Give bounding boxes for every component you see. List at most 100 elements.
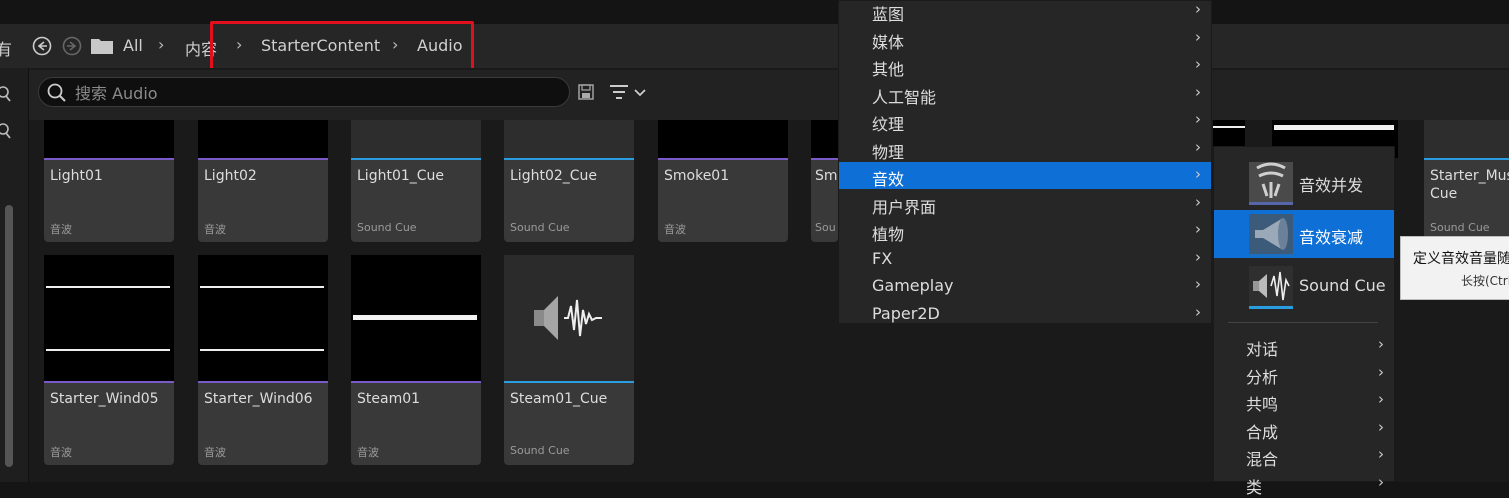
asset-tile[interactable]: Smoke01 音波 [658, 120, 788, 242]
menu-item-paper2d[interactable]: Paper2D › [839, 300, 1211, 327]
asset-type-bar [1424, 158, 1509, 160]
asset-name: Starter_Wind06 [204, 391, 313, 407]
waveform-thumbnail [198, 120, 328, 158]
asset-type-bar [1249, 254, 1293, 257]
chevron-right-icon: › [1195, 27, 1201, 46]
menu-item-label: Paper2D [872, 303, 940, 323]
search-input[interactable] [73, 82, 557, 104]
tooltip-hint: 长按(Ctrl [1461, 274, 1509, 288]
asset-type-bar [1249, 202, 1293, 205]
create-asset-menu: 蓝图 › 媒体 › 其他 › 人工智能 › 纹理 › 物理 › 音效 › 用户界面 › 植物 › FX › Gamepl… [838, 0, 1212, 324]
chevron-right-icon: › [1195, 192, 1201, 211]
menu-item-label: 蓝图 [872, 5, 905, 24]
asset-tile[interactable]: Starter_Wind05 音波 [44, 255, 174, 465]
chevron-right-icon: › [158, 35, 165, 54]
asset-type-bar [504, 158, 634, 160]
breadcrumb-all[interactable]: All [123, 36, 143, 55]
search-box[interactable] [38, 77, 570, 107]
menu-item-label: 用户界面 [872, 197, 937, 217]
search-icon[interactable] [0, 86, 14, 102]
chevron-right-icon: › [1195, 82, 1201, 101]
asset-name: Light01_Cue [357, 168, 445, 184]
asset-type: 音波 [50, 223, 72, 236]
left-scrollbar[interactable] [5, 205, 13, 467]
asset-tile[interactable]: Steam01 音波 [351, 255, 481, 465]
asset-type-bar [44, 381, 174, 383]
asset-name: Starter_Mus [1430, 168, 1509, 184]
sound-cue-thumbnail [1424, 120, 1509, 158]
asset-tile[interactable]: Light02 音波 [198, 120, 328, 242]
menu-item-label: 音效 [872, 170, 905, 189]
waveform-thumbnail [658, 120, 788, 158]
save-icon[interactable] [578, 84, 594, 100]
menu-item-sound-attenuation[interactable]: 音效衰减 [1214, 210, 1394, 258]
asset-type: Sound Cue [357, 221, 417, 234]
asset-tile[interactable]: Starter_Mus Cue Sound Cue [1424, 120, 1509, 242]
menu-item-class[interactable]: 类 › [1214, 470, 1394, 497]
filter-icon[interactable] [608, 83, 650, 103]
menu-item-blueprint[interactable]: 蓝图 › [839, 0, 1211, 24]
asset-name: Light02_Cue [510, 168, 598, 184]
forward-icon[interactable] [62, 36, 82, 56]
asset-type: 音波 [664, 223, 686, 236]
menu-item-label: 类 [1246, 477, 1263, 497]
menu-item-foliage[interactable]: 植物 › [839, 217, 1211, 244]
asset-name: Smoke01 [664, 168, 730, 184]
menu-item-label: 纹理 [872, 115, 905, 134]
menu-item-ui[interactable]: 用户界面 › [839, 190, 1211, 217]
chevron-right-icon: › [1195, 55, 1201, 73]
asset-type: 音波 [50, 446, 72, 459]
menu-item-physics[interactable]: 物理 › [839, 135, 1211, 162]
menu-item-sound-concurrency[interactable]: 音效并发 [1214, 158, 1394, 206]
menu-item-label: 物理 [872, 142, 905, 162]
folder-icon[interactable] [90, 36, 114, 56]
asset-type-bar [351, 158, 481, 160]
back-icon[interactable] [32, 36, 52, 56]
menu-item-resonance[interactable]: 共鸣 › [1214, 387, 1394, 414]
menu-item-label: 人工智能 [872, 87, 937, 107]
menu-item-label: 混合 [1246, 450, 1279, 469]
asset-name: Sm [815, 168, 838, 184]
asset-type-bar [351, 381, 481, 383]
menu-item-synthesis[interactable]: 合成 › [1214, 415, 1394, 442]
waveform-thumbnail [198, 255, 328, 381]
asset-name-line2: Cue [1430, 186, 1458, 202]
asset-tile[interactable]: Sm Sou [811, 120, 838, 242]
chevron-right-icon: › [1195, 110, 1201, 128]
asset-tile[interactable]: Light01 音波 [44, 120, 174, 242]
breadcrumb-highlight-box [210, 21, 474, 75]
menu-item-other[interactable]: 其他 › [839, 52, 1211, 79]
sound-cue-thumbnail [504, 120, 634, 158]
asset-type: Sou [815, 221, 836, 234]
asset-tile[interactable]: Light02_Cue Sound Cue [504, 120, 634, 242]
menu-item-analysis[interactable]: 分析 › [1214, 360, 1394, 387]
asset-tile[interactable]: Starter_Wind06 音波 [198, 255, 328, 465]
asset-tile[interactable]: Light01_Cue Sound Cue [351, 120, 481, 242]
menu-item-label: 分析 [1246, 367, 1279, 387]
menu-item-gameplay[interactable]: Gameplay › [839, 272, 1211, 299]
menu-item-fx[interactable]: FX › [839, 245, 1211, 272]
asset-type-bar [504, 381, 634, 383]
chevron-right-icon: › [1378, 335, 1384, 353]
chevron-right-icon: › [1195, 0, 1201, 18]
menu-item-media[interactable]: 媒体 › [839, 25, 1211, 52]
menu-item-mix[interactable]: 混合 › [1214, 442, 1394, 469]
menu-item-sound-cue[interactable]: Sound Cue [1214, 262, 1394, 310]
menu-item-label: 植物 [872, 225, 905, 244]
asset-name: Steam01_Cue [510, 391, 608, 407]
search-icon[interactable] [0, 123, 14, 139]
asset-type: 音波 [357, 446, 379, 459]
sound-cue-thumbnail [351, 120, 481, 158]
menu-divider [1228, 322, 1378, 323]
asset-tile[interactable]: Steam01_Cue Sound Cue [504, 255, 634, 465]
menu-item-dialogue[interactable]: 对话 › [1214, 332, 1394, 359]
menu-item-texture[interactable]: 纹理 › [839, 107, 1211, 134]
waveform-thumbnail [351, 255, 481, 381]
asset-type: Sound Cue [510, 444, 570, 457]
menu-item-ai[interactable]: 人工智能 › [839, 80, 1211, 107]
asset-type: 音波 [204, 223, 226, 236]
menu-item-sound[interactable]: 音效 › [839, 162, 1211, 189]
asset-name: Light01 [50, 168, 103, 184]
cut-tab-label: 有 [0, 40, 13, 59]
menu-item-label: 音效并发 [1299, 176, 1364, 195]
